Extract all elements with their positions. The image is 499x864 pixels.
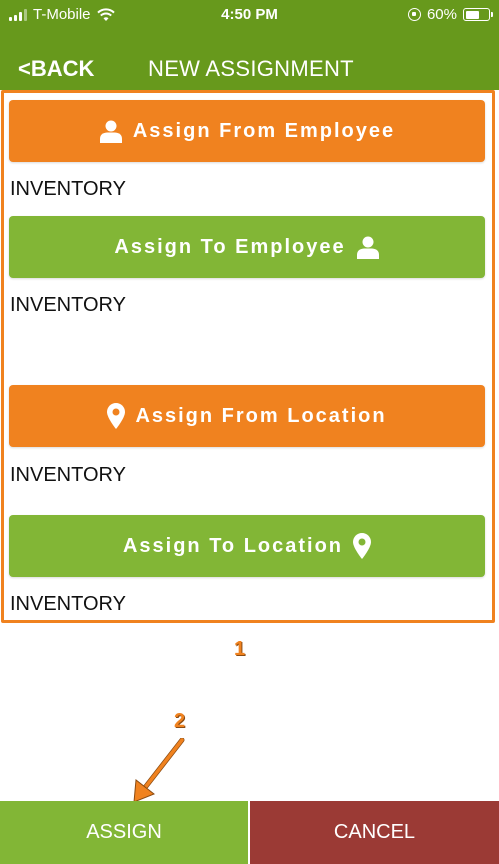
from-employee-value: INVENTORY xyxy=(10,178,126,200)
to-location-value: INVENTORY xyxy=(10,593,126,615)
button-label: Assign To Employee xyxy=(114,235,346,258)
back-button[interactable]: <BACK xyxy=(18,56,94,82)
battery-icon xyxy=(463,8,493,21)
status-right: 60% xyxy=(407,6,493,23)
battery-percent: 60% xyxy=(426,6,457,23)
annotation-marker-1: 1 xyxy=(234,638,246,660)
from-location-value: INVENTORY xyxy=(10,464,126,486)
button-label: Assign To Location xyxy=(122,534,344,557)
assign-from-employee-button[interactable]: Assign From Employee xyxy=(9,100,485,162)
assign-from-location-button[interactable]: Assign From Location xyxy=(9,385,485,447)
button-label: Assign From Location xyxy=(135,404,387,427)
location-pin-icon xyxy=(353,533,372,559)
assign-to-location-button[interactable]: Assign To Location xyxy=(9,515,485,577)
status-bar: T-Mobile 4:50 PM 60% xyxy=(0,0,499,32)
person-icon xyxy=(356,236,379,259)
app-header: T-Mobile 4:50 PM 60% <BACK NEW ASSIGNMEN… xyxy=(0,0,499,90)
button-label: Assign From Employee xyxy=(132,119,396,142)
page-title: NEW ASSIGNMENT xyxy=(148,56,354,81)
annotation-marker-2: 2 xyxy=(174,710,186,732)
location-pin-icon xyxy=(107,403,126,429)
person-icon xyxy=(99,120,122,143)
cancel-button[interactable]: CANCEL xyxy=(250,801,499,864)
assign-button[interactable]: ASSIGN xyxy=(0,801,248,864)
annotation-arrow-icon xyxy=(133,738,185,803)
assign-to-employee-button[interactable]: Assign To Employee xyxy=(9,216,485,278)
orientation-lock-icon xyxy=(407,8,421,21)
to-employee-value: INVENTORY xyxy=(10,294,126,316)
